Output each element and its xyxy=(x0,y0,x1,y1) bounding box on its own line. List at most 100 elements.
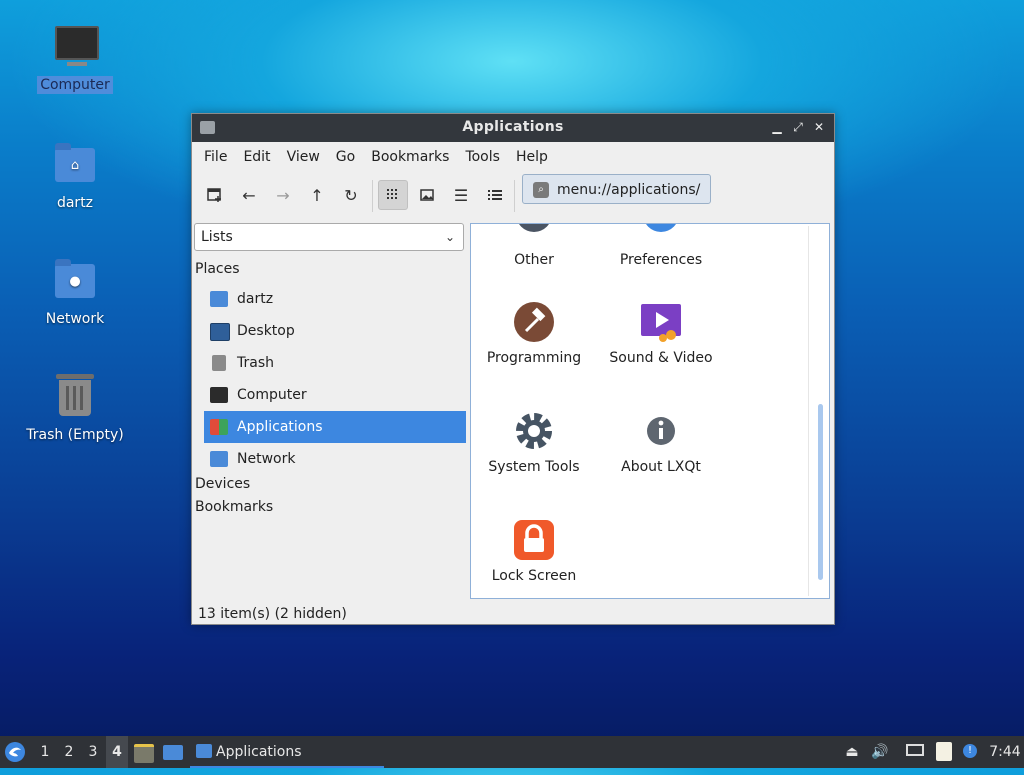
menu-bar: File Edit View Go Bookmarks Tools Help xyxy=(192,142,834,172)
place-label: Trash xyxy=(237,355,274,371)
desktop-icon-computer[interactable]: Computer xyxy=(20,22,130,94)
network-folder-icon xyxy=(210,451,228,467)
chevron-down-icon: ⌄ xyxy=(444,230,455,244)
show-desktop-icon[interactable] xyxy=(162,736,184,768)
lock-icon xyxy=(514,520,554,560)
icon-view-icon[interactable] xyxy=(378,180,408,210)
place-label: Network xyxy=(237,451,296,467)
window-title: Applications xyxy=(462,119,564,135)
menu-file[interactable]: File xyxy=(196,149,235,165)
desktop-icon-trash[interactable]: Trash (Empty) xyxy=(20,372,130,444)
home-folder-icon xyxy=(210,291,228,307)
place-item-desktop[interactable]: Desktop xyxy=(204,315,466,347)
workspace-4[interactable]: 4 xyxy=(106,736,128,768)
new-tab-icon[interactable] xyxy=(200,180,230,210)
applications-icon xyxy=(210,419,228,435)
file-manager-launcher-icon[interactable] xyxy=(134,736,154,768)
menu-bookmarks[interactable]: Bookmarks xyxy=(363,149,457,165)
bookmarks-heading[interactable]: Bookmarks xyxy=(195,499,273,515)
place-item-trash[interactable]: Trash xyxy=(204,347,466,379)
app-item-programming[interactable]: Programming xyxy=(474,302,594,366)
info-icon xyxy=(641,411,681,451)
workspace-3[interactable]: 3 xyxy=(82,736,104,768)
file-view[interactable]: Other Preferences Programming Sound & Vi… xyxy=(470,223,830,599)
clock[interactable]: 7:44 xyxy=(988,736,1022,768)
close-button[interactable]: ✕ xyxy=(810,118,828,136)
task-label: Applications xyxy=(216,744,302,760)
side-pane-mode-select[interactable]: Lists ⌄ xyxy=(194,223,464,251)
app-item-preferences[interactable]: Preferences xyxy=(601,224,721,268)
task-button-applications[interactable]: Applications xyxy=(190,736,384,768)
up-arrow-icon[interactable]: ↑ xyxy=(302,180,332,210)
toolbar-separator xyxy=(514,180,515,212)
desktop-icon-dartz[interactable]: ⌂ dartz xyxy=(20,140,130,212)
app-label: Lock Screen xyxy=(491,568,577,584)
hammer-icon xyxy=(514,302,554,342)
place-item-network[interactable]: Network xyxy=(204,443,466,475)
workspace-1[interactable]: 1 xyxy=(34,736,56,768)
clipboard-icon[interactable] xyxy=(934,742,954,762)
places-heading[interactable]: Places xyxy=(195,261,240,277)
devices-heading[interactable]: Devices xyxy=(195,476,250,492)
place-label: Desktop xyxy=(237,323,295,339)
volume-icon[interactable]: 🔊 xyxy=(870,742,890,762)
compact-view-icon[interactable]: ☰ xyxy=(446,180,476,210)
vertical-scrollbar[interactable] xyxy=(818,404,823,580)
reload-icon[interactable]: ↻ xyxy=(336,180,366,210)
desktop-icon-label: Network xyxy=(45,311,105,327)
app-label: Other xyxy=(514,252,554,268)
notification-icon[interactable]: ! xyxy=(960,742,980,762)
desktop-icon-label: Computer xyxy=(37,76,113,94)
trash-icon xyxy=(212,355,226,371)
multimedia-icon xyxy=(641,302,681,342)
app-label: Programming xyxy=(486,350,582,366)
desktop-icon-label: dartz xyxy=(56,195,94,211)
minimize-button[interactable]: ▁ xyxy=(768,118,786,136)
forward-arrow-icon[interactable]: → xyxy=(268,180,298,210)
folder-icon xyxy=(196,744,212,758)
workspace-2[interactable]: 2 xyxy=(58,736,80,768)
app-item-sound-video[interactable]: Sound & Video xyxy=(601,302,721,366)
start-menu-button[interactable] xyxy=(4,736,28,768)
other-icon xyxy=(514,224,554,244)
side-pane: Lists ⌄ Places dartz Desktop Trash Compu… xyxy=(192,219,468,599)
menu-view[interactable]: View xyxy=(279,149,328,165)
network-icon[interactable] xyxy=(906,742,926,762)
place-label: Applications xyxy=(237,419,323,435)
desktop-icon xyxy=(210,323,230,341)
toolbar-separator xyxy=(372,180,373,212)
detailed-view-icon[interactable] xyxy=(480,180,510,210)
menu-go[interactable]: Go xyxy=(328,149,363,165)
app-label: Preferences xyxy=(619,252,703,268)
maximize-button[interactable]: ⤢ xyxy=(789,118,807,136)
place-item-applications[interactable]: Applications xyxy=(204,411,466,443)
scrollbar-track xyxy=(808,226,809,596)
place-item-dartz[interactable]: dartz xyxy=(204,283,466,315)
place-label: Computer xyxy=(237,387,307,403)
eject-icon[interactable]: ⏏ xyxy=(842,742,862,762)
computer-icon xyxy=(210,387,228,403)
menu-help[interactable]: Help xyxy=(508,149,556,165)
app-item-lock-screen[interactable]: Lock Screen xyxy=(474,520,594,584)
search-icon: ⌕ xyxy=(533,182,549,198)
file-manager-window: Applications ▁ ⤢ ✕ File Edit View Go Boo… xyxy=(191,113,835,625)
app-item-about-lxqt[interactable]: About LXQt xyxy=(601,411,721,475)
back-arrow-icon[interactable]: ← xyxy=(234,180,264,210)
place-label: dartz xyxy=(237,291,274,307)
place-item-computer[interactable]: Computer xyxy=(204,379,466,411)
preferences-icon xyxy=(641,224,681,244)
window-titlebar[interactable]: Applications ▁ ⤢ ✕ xyxy=(192,114,834,142)
thumbnail-view-icon[interactable] xyxy=(412,180,442,210)
path-button[interactable]: ⌕ menu://applications/ xyxy=(522,174,712,204)
app-item-system-tools[interactable]: System Tools xyxy=(474,411,594,475)
menu-tools[interactable]: Tools xyxy=(457,149,508,165)
path-text: menu://applications/ xyxy=(557,182,701,198)
toolbar: ← → ↑ ↻ ☰ ⌕ menu://applications/ xyxy=(192,172,834,218)
status-bar: 13 item(s) (2 hidden) xyxy=(198,606,347,622)
gear-icon xyxy=(514,411,554,451)
app-item-other[interactable]: Other xyxy=(474,224,594,268)
app-label: About LXQt xyxy=(621,459,701,475)
trash-icon xyxy=(51,372,99,420)
menu-edit[interactable]: Edit xyxy=(235,149,278,165)
desktop-icon-network[interactable]: ● Network xyxy=(20,256,130,328)
